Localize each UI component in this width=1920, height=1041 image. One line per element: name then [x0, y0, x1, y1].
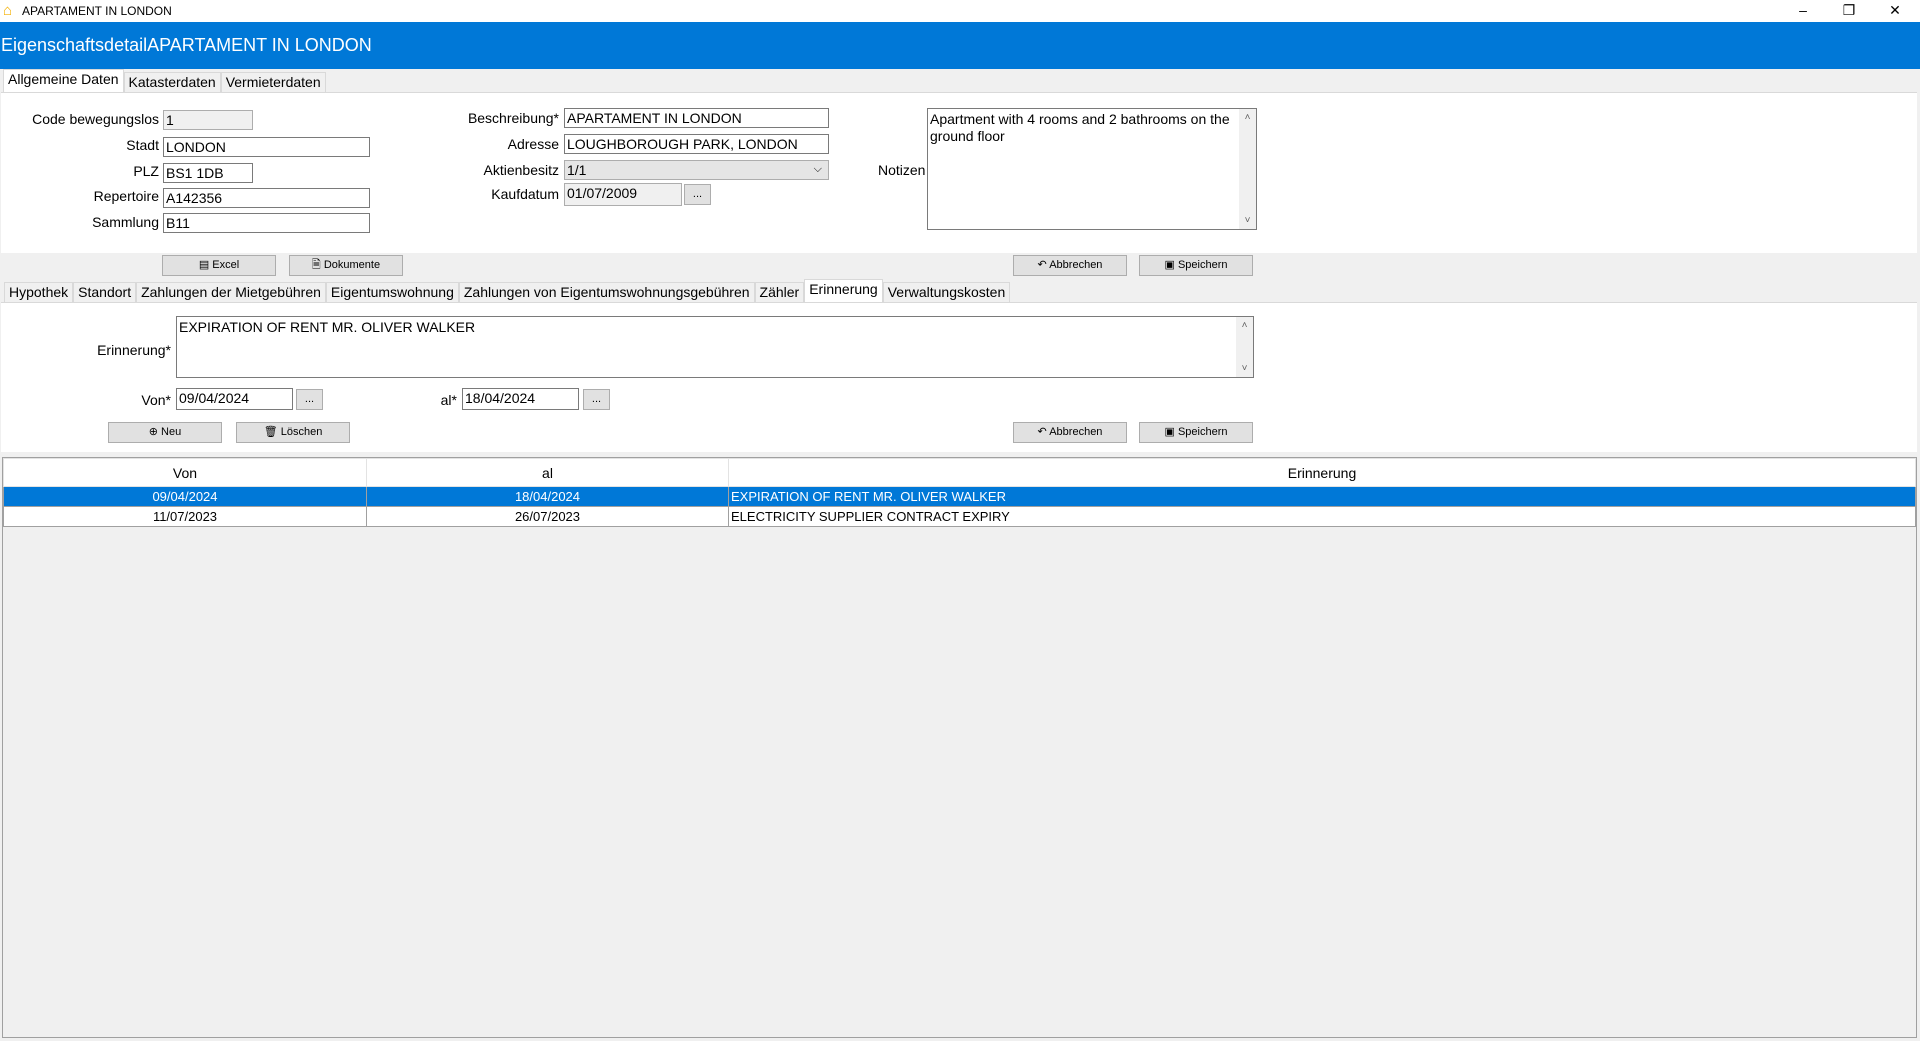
- tab-verwaltungskosten[interactable]: Verwaltungskosten: [882, 282, 1011, 302]
- erinnerung-text: EXPIRATION OF RENT MR. OLIVER WALKER: [179, 319, 476, 335]
- cell-al: 26/07/2023: [366, 506, 729, 527]
- stadt-label: Stadt: [126, 137, 159, 153]
- stadt-input[interactable]: LONDON: [163, 137, 370, 157]
- excel-icon: ▤: [198, 259, 213, 271]
- speichern-button[interactable]: ▣ Speichern: [1139, 255, 1253, 276]
- beschreibung-label: Beschreibung*: [467, 110, 559, 126]
- house-icon: ⌂: [3, 2, 13, 19]
- tab-hypothek[interactable]: Hypothek: [4, 282, 74, 302]
- plz-label: PLZ: [133, 163, 159, 179]
- adresse-input[interactable]: LOUGHBOROUGH PARK, LONDON: [564, 134, 829, 154]
- reminder-grid: Von al Erinnerung 09/04/2024 18/04/2024 …: [2, 457, 1917, 1038]
- cell-von: 09/04/2024: [3, 486, 367, 507]
- cell-erinnerung: EXPIRATION OF RENT MR. OLIVER WALKER: [728, 486, 1916, 507]
- scrollbar[interactable]: ˄ ˅: [1239, 109, 1256, 229]
- window-title: APARTAMENT IN LONDON: [22, 4, 172, 18]
- column-header-al[interactable]: al: [366, 458, 729, 487]
- reminder-abbrechen-button[interactable]: ↶ Abbrechen: [1013, 422, 1127, 443]
- plz-input[interactable]: BS1 1DB: [163, 163, 253, 183]
- top-tabs: Allgemeine Daten Katasterdaten Vermieter…: [3, 69, 326, 92]
- kaufdatum-input[interactable]: 01/07/2009: [564, 183, 682, 206]
- title-bar: ⌂ APARTAMENT IN LONDON – ❐ ✕: [0, 0, 1920, 22]
- tab-zahlungen-eigentumswohnungsgebuehren[interactable]: Zahlungen von Eigentumswohnungsgebühren: [458, 282, 755, 302]
- erinnerung-textarea[interactable]: EXPIRATION OF RENT MR. OLIVER WALKER ˄ ˅: [176, 316, 1254, 378]
- tab-katasterdaten[interactable]: Katasterdaten: [123, 72, 221, 92]
- minimize-button[interactable]: –: [1780, 0, 1826, 22]
- beschreibung-input[interactable]: APARTAMENT IN LONDON: [564, 108, 829, 128]
- loeschen-button[interactable]: 🗑 Löschen: [236, 422, 350, 443]
- cell-erinnerung: ELECTRICITY SUPPLIER CONTRACT EXPIRY: [728, 506, 1916, 527]
- code-label: Code bewegungslos: [32, 111, 159, 127]
- undo-icon: ↶: [1037, 426, 1050, 438]
- repertoire-label: Repertoire: [93, 188, 159, 204]
- sammlung-label: Sammlung: [92, 214, 159, 230]
- reminder-speichern-button[interactable]: ▣ Speichern: [1139, 422, 1253, 443]
- tab-vermieterdaten[interactable]: Vermieterdaten: [220, 72, 326, 92]
- notizen-text: Apartment with 4 rooms and 2 bathrooms o…: [930, 111, 1230, 144]
- neu-button[interactable]: ⊕ Neu: [108, 422, 222, 443]
- close-button[interactable]: ✕: [1872, 0, 1918, 22]
- code-input[interactable]: 1: [163, 110, 253, 130]
- restore-button[interactable]: ❐: [1826, 0, 1872, 22]
- aktienbesitz-label: Aktienbesitz: [483, 162, 559, 178]
- table-row[interactable]: 09/04/2024 18/04/2024 EXPIRATION OF RENT…: [3, 486, 1916, 507]
- repertoire-input[interactable]: A142356: [163, 188, 370, 208]
- document-icon: 🗎: [311, 259, 324, 271]
- tab-zahlungen-mietgebuehren[interactable]: Zahlungen der Mietgebühren: [136, 282, 326, 302]
- al-input[interactable]: 18/04/2024: [462, 388, 579, 410]
- tab-allgemeine-daten[interactable]: Allgemeine Daten: [3, 69, 124, 92]
- column-header-von[interactable]: Von: [3, 458, 367, 487]
- undo-icon: ↶: [1037, 259, 1050, 271]
- trash-icon: 🗑: [263, 426, 281, 438]
- page-title: EigenschaftsdetailAPARTAMENT IN LONDON: [0, 22, 1920, 69]
- plus-circle-icon: ⊕: [148, 426, 162, 438]
- erinnerung-label: Erinnerung*: [97, 342, 171, 358]
- von-label: Von*: [141, 392, 171, 408]
- aktienbesitz-select[interactable]: 1/1 ⌵: [564, 160, 829, 180]
- kaufdatum-picker-button[interactable]: ...: [684, 184, 711, 205]
- save-icon: ▣: [1164, 426, 1178, 438]
- table-row[interactable]: 11/07/2023 26/07/2023 ELECTRICITY SUPPLI…: [3, 506, 1916, 527]
- al-picker-button[interactable]: ...: [583, 389, 610, 410]
- al-label: al*: [440, 392, 457, 408]
- von-input[interactable]: 09/04/2024: [176, 388, 293, 410]
- aktienbesitz-value: 1/1: [567, 162, 587, 178]
- tab-zaehler[interactable]: Zähler: [754, 282, 805, 302]
- abbrechen-button[interactable]: ↶ Abbrechen: [1013, 255, 1127, 276]
- grid-header-row: Von al Erinnerung: [3, 458, 1916, 487]
- chevron-down-icon: ⌵: [813, 163, 822, 175]
- column-header-erinnerung[interactable]: Erinnerung: [728, 458, 1916, 487]
- von-picker-button[interactable]: ...: [296, 389, 323, 410]
- adresse-label: Adresse: [507, 136, 559, 152]
- save-icon: ▣: [1164, 259, 1178, 271]
- tab-standort[interactable]: Standort: [73, 282, 137, 302]
- dokumente-button[interactable]: 🗎 Dokumente: [289, 255, 403, 276]
- notizen-textarea[interactable]: Apartment with 4 rooms and 2 bathrooms o…: [927, 108, 1257, 230]
- sammlung-input[interactable]: B11: [163, 213, 370, 233]
- excel-button[interactable]: ▤ Excel: [162, 255, 276, 276]
- notizen-label: Notizen: [878, 162, 926, 178]
- tab-eigentumswohnung[interactable]: Eigentumswohnung: [325, 282, 459, 302]
- tab-erinnerung[interactable]: Erinnerung: [804, 279, 883, 302]
- bottom-tabs: Hypothek Standort Zahlungen der Mietgebü…: [4, 279, 1011, 302]
- scrollbar[interactable]: ˄ ˅: [1236, 317, 1253, 377]
- kaufdatum-label: Kaufdatum: [491, 186, 559, 202]
- cell-von: 11/07/2023: [3, 506, 367, 527]
- cell-al: 18/04/2024: [366, 486, 729, 507]
